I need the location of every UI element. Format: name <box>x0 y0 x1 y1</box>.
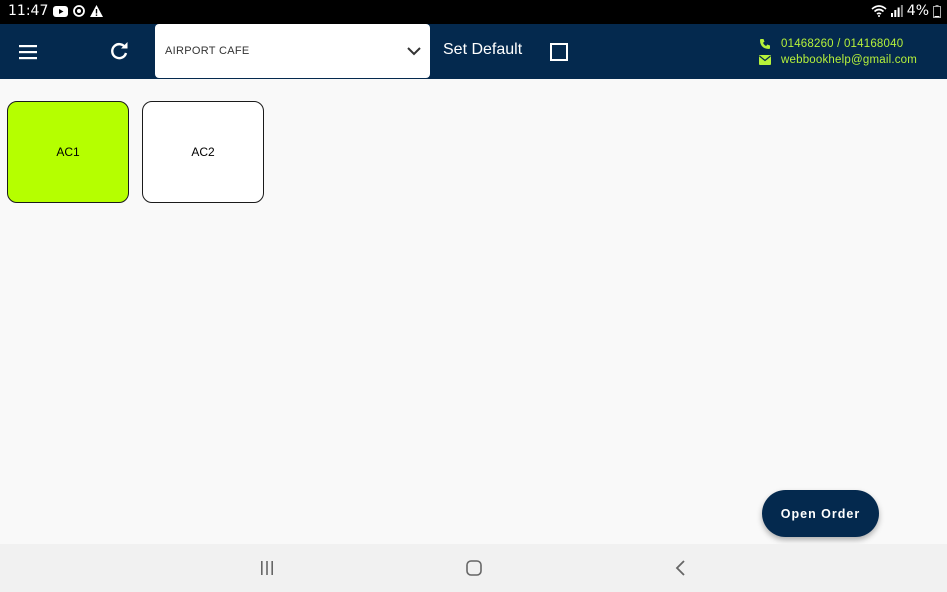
table-card-label: AC2 <box>191 145 215 159</box>
contact-info: 01468260 / 014168040 webbookhelp@gmail.c… <box>759 36 917 68</box>
back-icon[interactable] <box>670 558 692 578</box>
set-default-checkbox[interactable] <box>550 43 568 61</box>
phone-icon <box>759 38 771 50</box>
battery-icon <box>933 4 941 18</box>
youtube-icon <box>53 5 69 17</box>
table-card-ac1[interactable]: AC1 <box>7 101 129 203</box>
table-card-ac2[interactable]: AC2 <box>142 101 264 203</box>
wifi-icon <box>871 5 887 17</box>
chevron-down-icon <box>404 41 424 66</box>
signal-icon <box>890 5 903 17</box>
table-card-label: AC1 <box>56 145 80 159</box>
mail-icon <box>759 55 771 65</box>
system-nav-bar <box>0 544 947 592</box>
refresh-icon[interactable] <box>107 39 131 63</box>
menu-icon[interactable] <box>16 40 40 64</box>
contact-email: webbookhelp@gmail.com <box>781 54 918 66</box>
open-order-button[interactable]: Open Order <box>762 490 879 537</box>
table-grid: AC1 AC2 <box>7 101 264 203</box>
outlet-select[interactable]: AIRPORT CAFE <box>155 24 430 78</box>
recents-icon[interactable] <box>256 558 278 578</box>
app-bar: AIRPORT CAFE Set Default 01468260 / 0141… <box>0 24 947 79</box>
sync-icon <box>73 5 86 17</box>
contact-phone: 01468260 / 014168040 <box>781 38 904 50</box>
warning-icon <box>90 5 104 17</box>
status-time: 11:47 <box>8 3 49 19</box>
outlet-select-value: AIRPORT CAFE <box>165 45 250 57</box>
set-default-label: Set Default <box>443 41 523 58</box>
battery-text: 4% <box>906 3 929 19</box>
home-icon[interactable] <box>463 558 485 578</box>
status-bar: 11:47 4% <box>0 0 947 24</box>
